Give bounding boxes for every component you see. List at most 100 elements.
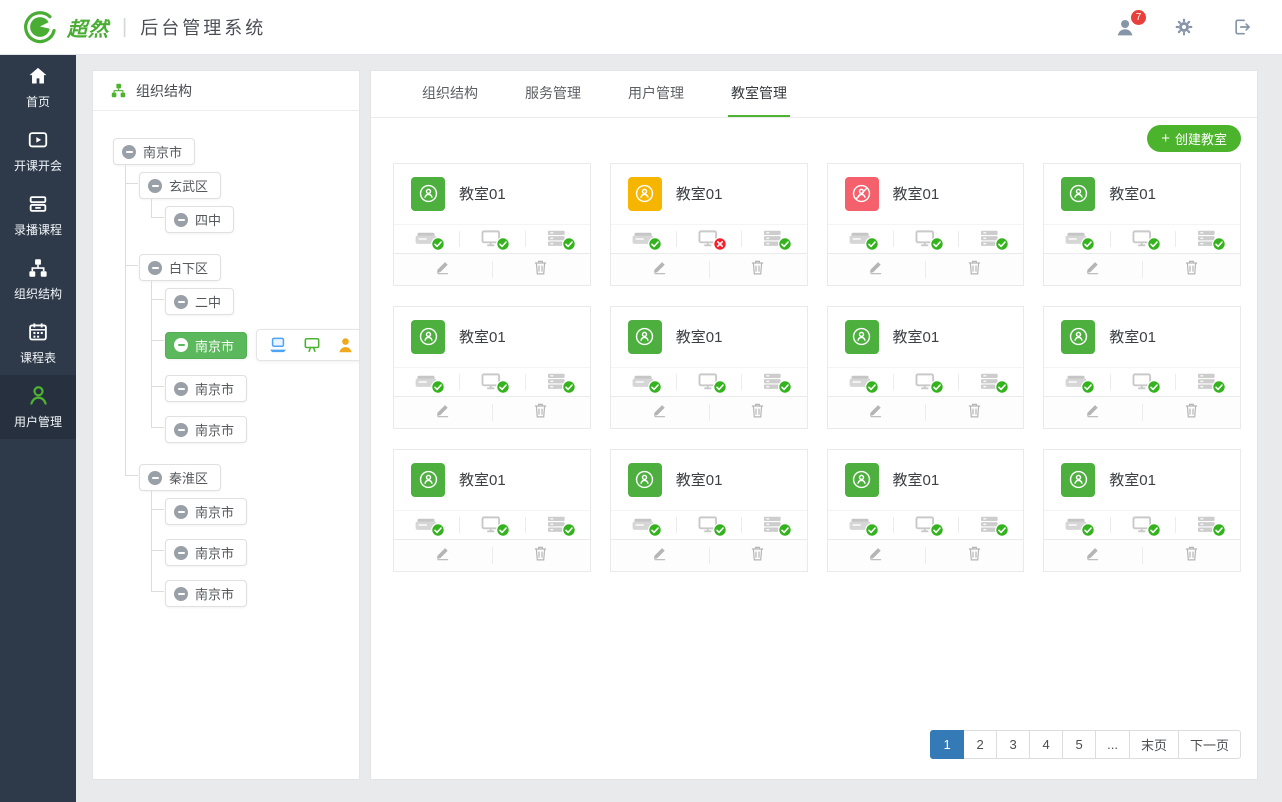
pagination-button-3[interactable]: 3 [996,730,1030,759]
status-cell[interactable] [1110,225,1175,254]
edit-classroom-button[interactable] [828,540,926,571]
delete-classroom-button[interactable] [925,540,1023,571]
delete-classroom-button[interactable] [925,397,1023,428]
edit-classroom-button[interactable] [1044,540,1142,571]
edit-classroom-button[interactable] [611,540,709,571]
collapse-minus-icon[interactable] [174,295,188,309]
collapse-minus-icon[interactable] [148,261,162,275]
status-cell[interactable] [828,511,893,540]
status-cell[interactable] [1110,511,1175,540]
edit-classroom-button[interactable] [1044,397,1142,428]
collapse-minus-icon[interactable] [148,179,162,193]
delete-classroom-button[interactable] [709,254,807,285]
delete-classroom-button[interactable] [492,254,590,285]
edit-classroom-button[interactable] [611,397,709,428]
status-cell[interactable] [1044,511,1109,540]
sidebar-item-recorded[interactable]: 录播课程 [0,183,76,247]
status-cell[interactable] [828,368,893,397]
sidebar-item-timetable[interactable]: 课程表 [0,311,76,375]
edit-classroom-button[interactable] [828,397,926,428]
status-cell[interactable] [958,368,1023,397]
collapse-minus-icon[interactable] [174,546,188,560]
collapse-minus-icon[interactable] [174,423,188,437]
status-cell[interactable] [958,511,1023,540]
status-cell[interactable] [958,225,1023,254]
collapse-minus-icon[interactable] [148,471,162,485]
notifications-button[interactable]: 7 [1115,17,1136,38]
status-cell[interactable] [1175,225,1240,254]
status-cell[interactable] [893,225,958,254]
tree-node[interactable]: 南京市 [165,498,247,525]
status-cell[interactable] [1110,368,1175,397]
status-cell[interactable] [676,511,741,540]
sidebar-item-users[interactable]: 用户管理 [0,375,76,439]
status-cell[interactable] [459,225,524,254]
sidebar-item-home[interactable]: 首页 [0,55,76,119]
status-cell[interactable] [525,225,590,254]
sidebar-item-org[interactable]: 组织结构 [0,247,76,311]
tree-node[interactable]: 南京市 [165,580,247,607]
edit-classroom-button[interactable] [394,254,492,285]
delete-classroom-button[interactable] [709,540,807,571]
collapse-minus-icon[interactable] [174,587,188,601]
sidebar-item-meetings[interactable]: 开课开会 [0,119,76,183]
status-cell[interactable] [1175,368,1240,397]
edit-classroom-button[interactable] [611,254,709,285]
create-classroom-button[interactable]: + 创建教室 [1147,125,1241,152]
status-cell[interactable] [893,368,958,397]
tree-node[interactable]: 二中 [165,288,234,315]
status-cell[interactable] [741,511,806,540]
status-cell[interactable] [394,511,459,540]
classroom-icon[interactable] [302,335,322,355]
status-cell[interactable] [611,368,676,397]
pagination-button-...[interactable]: ... [1095,730,1130,759]
tree-node[interactable]: 南京市 [113,138,195,165]
delete-classroom-button[interactable] [709,397,807,428]
delete-classroom-button[interactable] [1142,397,1240,428]
pagination-button-末页[interactable]: 末页 [1129,730,1179,759]
status-cell[interactable] [1044,368,1109,397]
delete-classroom-button[interactable] [492,540,590,571]
status-cell[interactable] [525,368,590,397]
delete-classroom-button[interactable] [492,397,590,428]
pagination-button-5[interactable]: 5 [1062,730,1096,759]
status-cell[interactable] [828,225,893,254]
status-cell[interactable] [741,368,806,397]
tree-node[interactable]: 南京市 [165,416,247,443]
tab-service-management[interactable]: 服务管理 [522,71,584,117]
tree-node[interactable]: 白下区 [139,254,221,281]
collapse-minus-icon[interactable] [174,382,188,396]
status-cell[interactable] [394,225,459,254]
tree-node[interactable]: 南京市 [165,375,247,402]
status-cell[interactable] [1175,511,1240,540]
status-cell[interactable] [1044,225,1109,254]
status-cell[interactable] [741,225,806,254]
edit-classroom-button[interactable] [394,540,492,571]
status-cell[interactable] [611,225,676,254]
tab-user-management[interactable]: 用户管理 [625,71,687,117]
pagination-button-1[interactable]: 1 [930,730,964,759]
tab-classroom-management[interactable]: 教室管理 [728,71,790,117]
settings-button[interactable] [1174,17,1194,37]
delete-classroom-button[interactable] [925,254,1023,285]
collapse-minus-icon[interactable] [174,505,188,519]
collapse-minus-icon[interactable] [122,145,136,159]
device-icon[interactable] [268,335,288,355]
person-icon[interactable] [336,336,355,355]
tree-node[interactable]: 南京市 [165,539,247,566]
pagination-button-4[interactable]: 4 [1029,730,1063,759]
tree-node[interactable]: 秦淮区 [139,464,221,491]
pagination-button-2[interactable]: 2 [963,730,997,759]
status-cell[interactable] [525,511,590,540]
collapse-minus-icon[interactable] [174,338,188,352]
tree-node[interactable]: 南京市 [165,332,247,359]
status-cell[interactable] [611,511,676,540]
collapse-minus-icon[interactable] [174,213,188,227]
logout-button[interactable] [1232,17,1252,37]
tree-node[interactable]: 玄武区 [139,172,221,199]
edit-classroom-button[interactable] [394,397,492,428]
tree-node[interactable]: 四中 [165,206,234,233]
status-cell[interactable] [394,368,459,397]
delete-classroom-button[interactable] [1142,540,1240,571]
delete-classroom-button[interactable] [1142,254,1240,285]
